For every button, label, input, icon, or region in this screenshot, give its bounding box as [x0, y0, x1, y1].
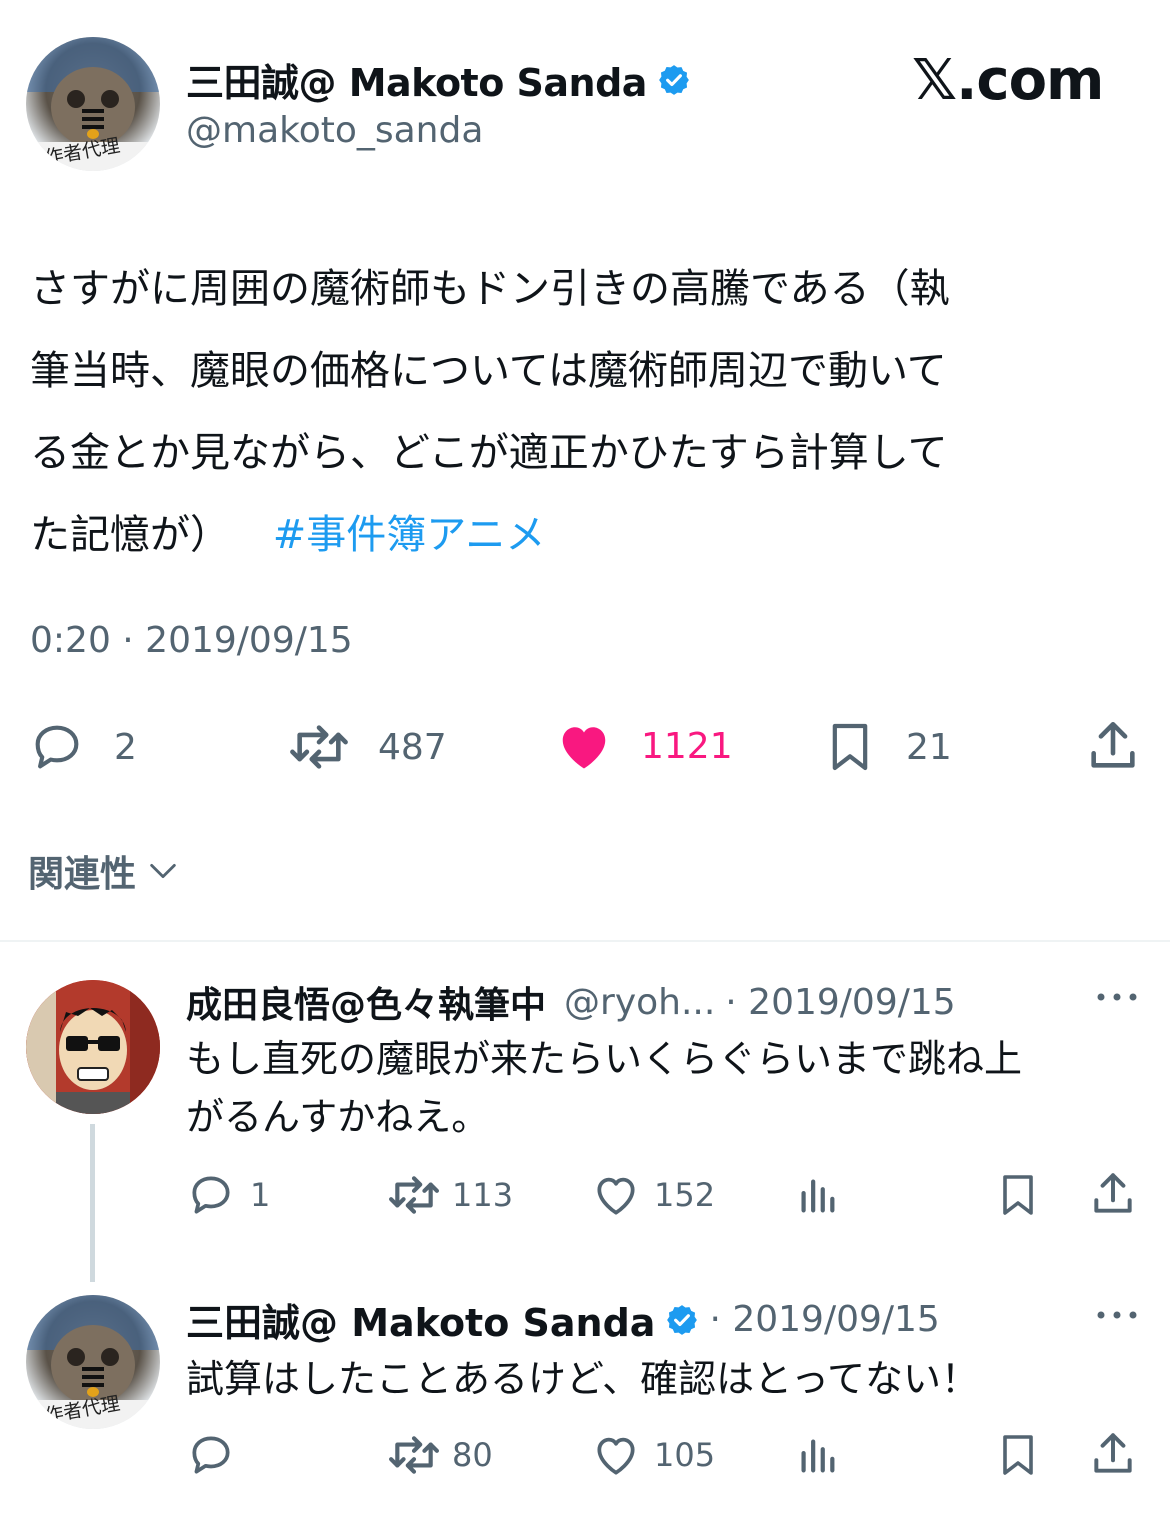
like-button[interactable]: 1121	[553, 716, 733, 776]
author-avatar[interactable]: 作者代理	[26, 37, 160, 171]
reply-retweet-button[interactable]: 80	[386, 1430, 493, 1480]
like-count: 1121	[641, 725, 733, 767]
reply-icon	[186, 1170, 236, 1220]
reply-retweet-count: 80	[452, 1436, 493, 1474]
tweet-text-line: た記憶が）	[30, 512, 230, 558]
reply-author-name[interactable]: 三田誠@ Makoto Sanda	[186, 1292, 655, 1347]
heart-icon	[590, 1170, 642, 1220]
reply-avatar[interactable]: 作者代理	[26, 1295, 160, 1429]
reply-icon	[186, 1430, 236, 1480]
author-name[interactable]: 三田誠@ Makoto Sanda	[186, 52, 647, 107]
bookmark-count: 21	[906, 726, 952, 768]
reply-share-button[interactable]	[1088, 1428, 1138, 1480]
chevron-down-icon	[146, 854, 180, 888]
bookmark-icon	[822, 716, 878, 778]
tweet-text-line: 筆当時、魔眼の価格については魔術師周辺で動いて	[30, 348, 947, 394]
analytics-icon	[794, 1430, 840, 1480]
share-icon	[1088, 1168, 1138, 1220]
more-dots-icon	[1094, 1302, 1140, 1328]
reply-retweet-button[interactable]: 113	[386, 1170, 513, 1220]
reply-date[interactable]: · 2019/09/15	[725, 982, 955, 1023]
reply-author-handle[interactable]: @ryoh...	[564, 982, 715, 1023]
reply-text: 試算はしたことあるけど、確認はとってない！	[186, 1350, 979, 1408]
reply-reply-button[interactable]: 1	[186, 1170, 270, 1220]
divider	[0, 940, 1170, 942]
reply-views-button[interactable]	[794, 1430, 840, 1480]
reply-retweet-count: 113	[452, 1176, 514, 1214]
thread-connector	[90, 1124, 95, 1282]
retweet-count: 487	[378, 726, 447, 768]
tweet-text: さすがに周囲の魔術師もドン引きの高騰である（執 筆当時、魔眼の価格については魔術…	[30, 248, 1150, 576]
x-logo: 𝕏.com	[912, 48, 1104, 113]
related-label: 関連性	[28, 854, 137, 895]
share-icon	[1088, 1428, 1138, 1480]
bookmark-icon	[994, 1168, 1042, 1222]
share-button[interactable]	[1084, 716, 1142, 776]
cartoon-man-avatar-icon	[26, 980, 160, 1114]
more-dots-icon	[1094, 984, 1140, 1010]
reply-button[interactable]: 2	[28, 718, 137, 776]
tweet-text-line: る金とか見ながら、どこが適正かひたすら計算して	[30, 430, 948, 476]
reply-bookmark-button[interactable]	[994, 1168, 1042, 1222]
reply-avatar[interactable]	[26, 980, 160, 1114]
tweet-text-line: さすがに周囲の魔術師もドン引きの高騰である（執	[30, 266, 950, 312]
reply-reply-button[interactable]	[186, 1430, 250, 1480]
verified-badge-icon	[657, 63, 691, 97]
more-options-button[interactable]	[1094, 984, 1140, 1010]
reply-text: もし直死の魔眼が来たらいくらぐらいまで跳ね上 がるんすかねえ。	[186, 1030, 1022, 1146]
reply-date[interactable]: · 2019/09/15	[709, 1299, 939, 1340]
retweet-button[interactable]: 487	[286, 718, 447, 776]
tweet-timestamp[interactable]: 0:20 · 2019/09/15	[30, 620, 353, 661]
reply-like-count: 152	[654, 1176, 716, 1214]
more-options-button[interactable]	[1094, 1302, 1140, 1328]
hashtag-link[interactable]: #事件簿アニメ	[273, 512, 546, 558]
heart-icon	[590, 1430, 642, 1480]
reply-reply-count: 1	[250, 1176, 271, 1214]
reply-like-button[interactable]: 152	[590, 1170, 715, 1220]
heart-filled-icon	[553, 716, 615, 776]
bookmark-button[interactable]: 21	[822, 716, 952, 778]
reply-author-name[interactable]: 成田良悟@色々執筆中	[186, 976, 546, 1028]
reply-views-button[interactable]	[794, 1170, 840, 1220]
related-sort-button[interactable]: 関連性	[28, 845, 180, 897]
reply-like-button[interactable]: 105	[590, 1430, 715, 1480]
analytics-icon	[794, 1170, 840, 1220]
author-handle[interactable]: @makoto_sanda	[186, 110, 483, 151]
bookmark-icon	[994, 1428, 1042, 1482]
share-icon	[1084, 716, 1142, 776]
reply-text-line: 試算はしたことあるけど、確認はとってない！	[186, 1357, 980, 1401]
retweet-icon	[286, 718, 352, 776]
verified-badge-icon	[665, 1303, 699, 1337]
reply-share-button[interactable]	[1088, 1168, 1138, 1220]
reply-like-count: 105	[654, 1436, 716, 1474]
retweet-icon	[386, 1430, 442, 1480]
reply-count: 2	[114, 726, 137, 768]
reply-icon	[28, 718, 86, 776]
reply-text-line: もし直死の魔眼が来たらいくらぐらいまで跳ね上	[186, 1037, 1023, 1081]
reply-bookmark-button[interactable]	[994, 1428, 1042, 1482]
retweet-icon	[386, 1170, 442, 1220]
reply-text-line: がるんすかねえ。	[186, 1095, 490, 1139]
